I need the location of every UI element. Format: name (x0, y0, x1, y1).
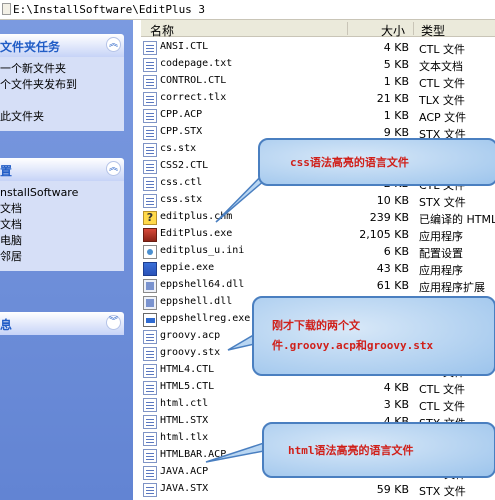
file-row[interactable]: JAVA.STX 59 KB STX 文件 (141, 482, 495, 499)
file-type: CTL 文件 (419, 383, 466, 396)
file-size: 5 KB (383, 58, 409, 71)
column-size[interactable]: 大小 (381, 22, 405, 39)
panel-body: 一个新文件夹 个文件夹发布到 此文件夹 (0, 57, 124, 131)
panel-body: nstallSoftware 文档 文档 电脑 邻居 (0, 181, 124, 271)
place-my-documents[interactable]: 文档 (0, 201, 124, 217)
file-type: ACP 文件 (419, 111, 467, 124)
column-divider (347, 22, 348, 35)
file-size: 10 KB (376, 194, 409, 207)
file-row[interactable]: ANSI.CTL 4 KB CTL 文件 (141, 40, 495, 57)
task-blank (0, 93, 124, 109)
panel-other-places: 置 ︽ nstallSoftware 文档 文档 电脑 邻居 (0, 158, 124, 271)
file-row[interactable]: css.stx 10 KB STX 文件 (141, 193, 495, 210)
file-size: 43 KB (376, 262, 409, 275)
file-size: 6 KB (383, 245, 409, 258)
callout-html-text: html语法高亮的语言文件 (288, 444, 414, 457)
doc-file-icon (143, 432, 157, 446)
collapse-chevron-icon[interactable]: ︽ (106, 37, 121, 52)
collapse-chevron-icon[interactable]: ︽ (106, 161, 121, 176)
file-name: html.tlx (160, 432, 209, 443)
place-my-computer[interactable]: 电脑 (0, 233, 124, 249)
panel-title: 置 (0, 164, 13, 178)
callout-groovy: 刚才下载的两个文 件.groovy.acp和groovy.stx (252, 296, 495, 376)
place-shared-documents[interactable]: 文档 (0, 217, 124, 233)
task-pane: 文件夹任务 ︽ 一个新文件夹 个文件夹发布到 此文件夹 置 ︽ nstallSo… (0, 20, 133, 500)
callout-css: css语法高亮的语言文件 (258, 138, 495, 186)
address-bar[interactable]: E:\InstallSoftware\EditPlus 3 (0, 0, 495, 20)
panel-header[interactable]: 文件夹任务 ︽ (0, 34, 124, 57)
file-size: 21 KB (376, 92, 409, 105)
file-row[interactable]: html.ctl 3 KB CTL 文件 (141, 397, 495, 414)
file-type: STX 文件 (419, 485, 466, 498)
column-type[interactable]: 类型 (421, 22, 445, 39)
panel-header[interactable]: 置 ︽ (0, 158, 124, 181)
file-type: CTL 文件 (419, 400, 466, 413)
doc-file-icon (143, 330, 157, 344)
file-type: 应用程序 (419, 230, 463, 243)
file-size: 4 KB (383, 41, 409, 54)
column-header: 名称 大小 类型 (141, 20, 495, 39)
file-row[interactable]: ? editplus.chm 239 KB 已编译的 HTML (141, 210, 495, 227)
file-row[interactable]: CPP.ACP 1 KB ACP 文件 (141, 108, 495, 125)
file-type: STX 文件 (419, 196, 466, 209)
place-network[interactable]: 邻居 (0, 249, 124, 265)
callout-html: html语法高亮的语言文件 (262, 422, 495, 478)
file-row[interactable]: eppie.exe 43 KB 应用程序 (141, 261, 495, 278)
file-type: CTL 文件 (419, 43, 466, 56)
column-name[interactable]: 名称 (150, 22, 174, 39)
file-size: 3 KB (383, 398, 409, 411)
file-row[interactable]: codepage.txt 5 KB 文本文档 (141, 57, 495, 74)
file-row[interactable]: eppshell64.dll 61 KB 应用程序扩展 (141, 278, 495, 295)
file-size: 1 KB (383, 75, 409, 88)
file-type: 应用程序扩展 (419, 281, 485, 294)
task-share-folder[interactable]: 此文件夹 (0, 109, 124, 125)
panel-header[interactable]: 息 ︾ (0, 312, 124, 335)
task-new-folder[interactable]: 一个新文件夹 (0, 61, 124, 77)
doc-file-icon (143, 449, 157, 463)
file-size: 2,105 KB (359, 228, 409, 241)
file-type: TLX 文件 (419, 94, 465, 107)
callout-groovy-text: 刚才下载的两个文 件.groovy.acp和groovy.stx (272, 319, 434, 352)
file-row[interactable]: correct.tlx 21 KB TLX 文件 (141, 91, 495, 108)
file-type: 文本文档 (419, 60, 463, 73)
file-size: 1 KB (383, 109, 409, 122)
file-row[interactable]: HTML5.CTL 4 KB CTL 文件 (141, 380, 495, 397)
file-name: groovy.acp (160, 330, 221, 341)
file-type: 已编译的 HTML (419, 213, 495, 226)
file-type: 应用程序 (419, 264, 463, 277)
file-size: 239 KB (369, 211, 409, 224)
panel-folder-tasks: 文件夹任务 ︽ 一个新文件夹 个文件夹发布到 此文件夹 (0, 34, 124, 131)
file-type: 配置设置 (419, 247, 463, 260)
file-type: CTL 文件 (419, 77, 466, 90)
file-row[interactable]: EditPlus.exe 2,105 KB 应用程序 (141, 227, 495, 244)
file-size: 4 KB (383, 381, 409, 394)
column-divider (413, 22, 414, 35)
file-row[interactable]: CONTROL.CTL 1 KB CTL 文件 (141, 74, 495, 91)
reg-file-icon (143, 313, 157, 327)
panel-details: 息 ︾ (0, 312, 124, 335)
expand-chevron-icon[interactable]: ︾ (106, 315, 121, 330)
file-row[interactable]: editplus_u.ini 6 KB 配置设置 (141, 244, 495, 261)
callout-css-text: css语法高亮的语言文件 (290, 156, 409, 169)
panel-title: 文件夹任务 (0, 40, 61, 54)
file-size: 61 KB (376, 279, 409, 292)
file-name: HTMLBAR.ACP (160, 449, 227, 460)
panel-title: 息 (0, 318, 13, 332)
file-size: 59 KB (376, 483, 409, 496)
folder-icon (2, 3, 11, 15)
file-name: eppshellreg.exe (160, 313, 251, 324)
place-installsoftware[interactable]: nstallSoftware (0, 185, 124, 201)
task-publish-folder[interactable]: 个文件夹发布到 (0, 77, 124, 93)
address-path[interactable]: E:\InstallSoftware\EditPlus 3 (13, 3, 205, 16)
